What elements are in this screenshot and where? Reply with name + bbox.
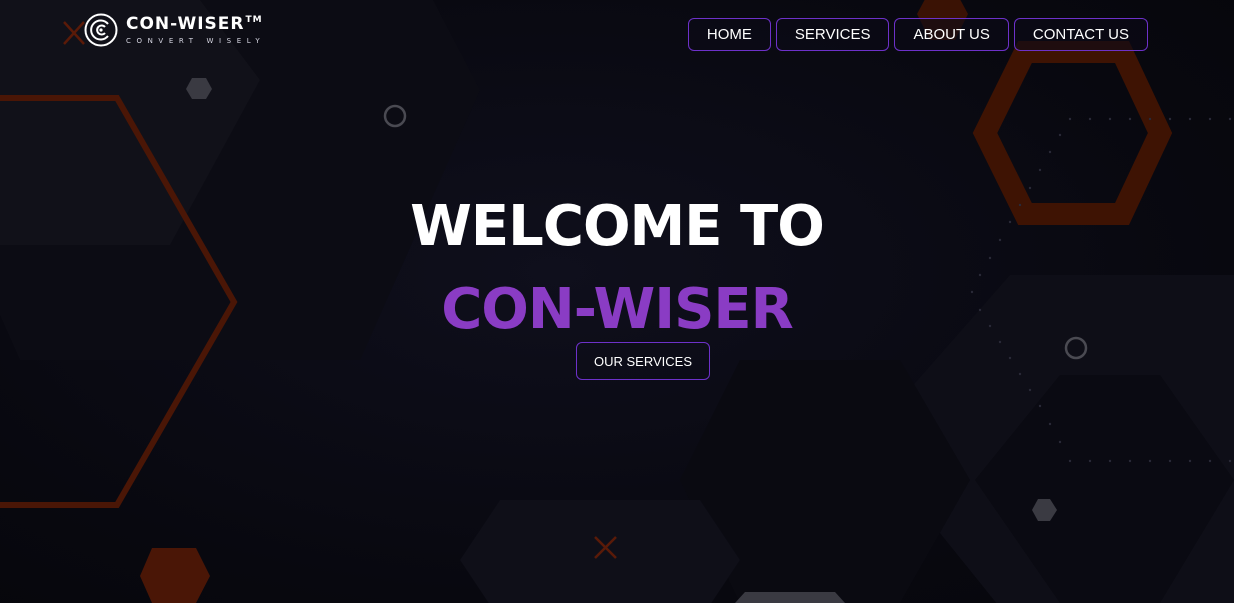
hero-welcome-heading: WELCOME TO bbox=[410, 194, 825, 259]
our-services-button[interactable]: OUR SERVICES bbox=[576, 342, 710, 380]
nav-home-button[interactable]: HOME bbox=[687, 18, 771, 51]
orange-hexagon-bottom-left bbox=[140, 548, 210, 603]
brand-name: CON-WISERTM bbox=[126, 13, 263, 34]
nav-about-us-button[interactable]: ABOUT US bbox=[894, 18, 1009, 51]
grey-hexagon-bottom-center bbox=[735, 592, 845, 603]
hero-brand-heading: CON-WISER bbox=[441, 277, 794, 342]
main-nav: HOME SERVICES ABOUT US CONTACT US bbox=[687, 18, 1148, 51]
concentric-c-logo-icon bbox=[84, 13, 118, 47]
hero-section: WELCOME TO CON-WISER bbox=[0, 192, 1234, 345]
landing-page: CON-WISERTM CONVERT WISELY HOME SERVICES… bbox=[0, 0, 1234, 603]
trademark: TM bbox=[245, 14, 263, 25]
nav-contact-us-button[interactable]: CONTACT US bbox=[1013, 18, 1148, 51]
logo-text: CON-WISERTM CONVERT WISELY bbox=[126, 13, 266, 45]
brand-tagline: CONVERT WISELY bbox=[126, 36, 266, 45]
nav-services-button[interactable]: SERVICES bbox=[775, 18, 890, 51]
brand-logo[interactable]: CON-WISERTM CONVERT WISELY bbox=[84, 13, 265, 47]
orange-hexagon-outline-right bbox=[972, 41, 1173, 225]
